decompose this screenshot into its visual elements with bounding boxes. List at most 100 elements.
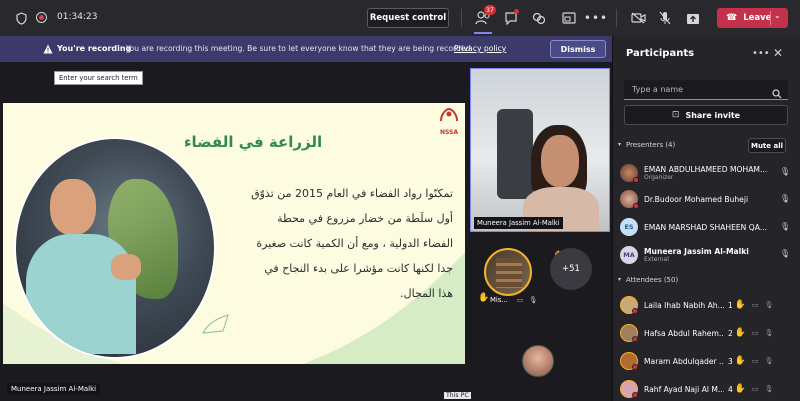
camera-off-icon: ▭ [752, 301, 759, 309]
share-screen-icon[interactable] [560, 9, 578, 27]
camera-off-icon: ▭ [752, 385, 759, 393]
astronaut-shirt [26, 234, 136, 354]
attendees-header[interactable]: Attendees (50) [626, 276, 678, 284]
video-person-face [541, 135, 579, 187]
hand-order-badge: 4 [728, 384, 733, 394]
meeting-toolbar: 01:34:23 Request control 37 ••• ☎ Leave … [0, 0, 800, 36]
slide-line: تمكنّوا رواد الفضاء في العام 2015 من تذو… [251, 187, 453, 200]
more-options-icon[interactable]: ••• [584, 9, 607, 27]
share-invite-icon: ⊡ [671, 110, 680, 120]
search-icon [772, 84, 782, 103]
status-dot [633, 203, 639, 209]
presenters-chevron-icon[interactable]: ▾ [618, 141, 621, 148]
astronaut-photo [14, 137, 216, 359]
participant-thumb-tile[interactable] [484, 248, 532, 296]
share-invite-label: Share invite [685, 110, 741, 120]
mic-icon: 🎙 [779, 249, 790, 258]
more-participants-bubble[interactable]: +51 [550, 248, 592, 290]
avatar: MA [620, 246, 638, 264]
thumb-screen-icon: ▭ [517, 296, 524, 304]
leave-divider [770, 11, 771, 25]
search-placeholder: Type a name [632, 85, 684, 94]
status-dot [632, 308, 638, 314]
self-view-avatar[interactable] [522, 345, 554, 377]
leave-label: Leave [743, 13, 772, 23]
this-pc-label: This PC [444, 392, 471, 399]
mute-all-button[interactable]: Mute all [748, 138, 786, 153]
camera-off-icon: ▭ [752, 329, 759, 337]
chevron-down-icon[interactable]: ⌄ [774, 11, 781, 20]
panel-more-icon[interactable]: ••• [752, 48, 770, 59]
warning-icon [43, 44, 53, 54]
presenter-name: Muneera Jassim Al-Malki [644, 247, 749, 256]
recording-message: You are recording this meeting. Be sure … [126, 44, 473, 53]
status-dot [632, 392, 638, 398]
share-tray-icon[interactable] [684, 9, 702, 27]
presenter-row[interactable]: Dr.Budoor Mohamed Buheji 🎙 [620, 188, 796, 210]
attendees-chevron-icon[interactable]: ▾ [618, 276, 621, 283]
shield-icon[interactable] [15, 11, 27, 25]
close-icon[interactable]: ✕ [773, 46, 783, 60]
slide-line: أول سلَطة من خضار مزروع في محطة [277, 212, 453, 225]
camera-off-icon: ▭ [752, 357, 759, 365]
raise-hand-icon: ✋ [734, 356, 746, 366]
avatar [620, 164, 639, 183]
raise-hand-icon: ✋ [478, 293, 490, 303]
avatar [620, 190, 639, 209]
presenter-row[interactable]: MA Muneera Jassim Al-Malki External 🎙 [620, 244, 796, 266]
toolbar-divider-2 [616, 9, 617, 27]
video-backdrop-chair [497, 109, 533, 199]
hand-order-badge: 3 [728, 356, 733, 366]
avatar [620, 324, 638, 342]
phone-hangup-icon: ☎ [726, 13, 738, 23]
astronaut-head [50, 179, 96, 235]
status-dot [633, 177, 639, 183]
participants-active-underline [474, 32, 492, 34]
mic-off-icon: 🎙 [764, 301, 774, 309]
nssa-logo-text: NSSA [439, 129, 459, 136]
presenter-row[interactable]: EMAN ABDULHAMEED MOHAM... Organizer 🎙 [620, 162, 796, 184]
attendee-name: Laila Ihab Nabih Ah... [644, 300, 724, 310]
thumb-bookshelf [496, 258, 522, 288]
chat-badge [514, 9, 519, 14]
raise-hand-icon: ✋ [734, 300, 746, 310]
video-name-tag: Muneera Jassim Al-Malki [474, 217, 563, 229]
participants-count-badge: 37 [484, 5, 496, 15]
presenter-row[interactable]: ES EMAN MARSHAD SHAHEEN QA... 🎙 [620, 216, 796, 238]
attendee-row[interactable]: Maram Abdulqader ... 3 ✋ ▭ 🎙 [620, 350, 796, 372]
toolbar-divider [461, 9, 462, 27]
attendee-row[interactable]: Hafsa Abdul Rahem... 2 ✋ ▭ 🎙 [620, 322, 796, 344]
avatar [620, 352, 638, 370]
dismiss-button[interactable]: Dismiss [550, 40, 606, 58]
breakout-rooms-icon[interactable] [530, 9, 548, 27]
request-control-button[interactable]: Request control [367, 8, 449, 28]
main-video-tile[interactable]: Muneera Jassim Al-Malki [470, 68, 610, 232]
avatar [620, 296, 638, 314]
recording-banner: You're recording You are recording this … [0, 36, 612, 62]
mic-off-icon[interactable] [656, 9, 674, 27]
recording-title: You're recording [57, 44, 132, 53]
slide-title: الزراعة في الفضاء [183, 133, 323, 151]
thumb-mic-off-icon: 🎙 [529, 296, 538, 304]
presenter-name: EMAN ABDULHAMEED MOHAM... [644, 165, 768, 174]
raise-hand-icon: ✋ [734, 384, 746, 394]
status-dot [632, 364, 638, 370]
astronaut-hand [111, 254, 141, 280]
search-tooltip: Enter your search term [54, 71, 143, 85]
attendee-row[interactable]: Rahf Ayad Naji Al M... 4 ✋ ▭ 🎙 [620, 378, 796, 400]
camera-off-icon[interactable] [629, 9, 647, 27]
avatar: ES [620, 218, 638, 236]
hand-order-badge: 2 [728, 328, 733, 338]
privacy-policy-link[interactable]: Privacy policy [454, 44, 506, 53]
avatar [620, 380, 638, 398]
presenter-role: Organizer [644, 174, 674, 181]
attendee-name: Hafsa Abdul Rahem... [644, 328, 724, 338]
mic-icon: 🎙 [779, 167, 790, 176]
mic-icon: 🎙 [779, 194, 790, 203]
leave-button[interactable]: ☎ Leave ⌄ [717, 8, 788, 28]
presenter-name: EMAN MARSHAD SHAHEEN QA... [644, 222, 768, 232]
participant-search-input[interactable]: Type a name [624, 80, 788, 100]
presenters-header[interactable]: Presenters (4) [626, 141, 675, 149]
attendee-row[interactable]: Laila Ihab Nabih Ah... 1 ✋ ▭ 🎙 [620, 294, 796, 316]
share-invite-button[interactable]: ⊡ Share invite [624, 105, 788, 125]
